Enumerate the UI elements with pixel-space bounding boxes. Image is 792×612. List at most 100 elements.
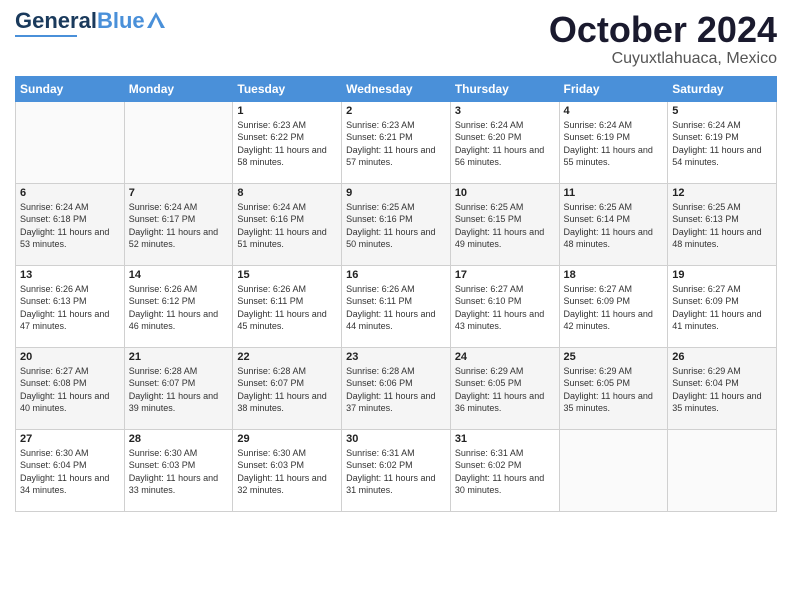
cell-info: Sunrise: 6:26 AMSunset: 6:13 PMDaylight:… xyxy=(20,284,109,332)
day-number: 19 xyxy=(672,269,772,281)
calendar-week-3: 13 Sunrise: 6:26 AMSunset: 6:13 PMDaylig… xyxy=(16,265,777,347)
day-number: 27 xyxy=(20,433,120,445)
calendar-cell: 7 Sunrise: 6:24 AMSunset: 6:17 PMDayligh… xyxy=(124,183,233,265)
day-number: 4 xyxy=(564,105,664,117)
location: Cuyuxtlahuaca, Mexico xyxy=(549,50,777,68)
calendar-cell: 22 Sunrise: 6:28 AMSunset: 6:07 PMDaylig… xyxy=(233,347,342,429)
day-number: 11 xyxy=(564,187,664,199)
calendar-cell: 13 Sunrise: 6:26 AMSunset: 6:13 PMDaylig… xyxy=(16,265,125,347)
calendar-cell: 31 Sunrise: 6:31 AMSunset: 6:02 PMDaylig… xyxy=(450,429,559,511)
cell-info: Sunrise: 6:31 AMSunset: 6:02 PMDaylight:… xyxy=(346,448,435,496)
cell-info: Sunrise: 6:25 AMSunset: 6:16 PMDaylight:… xyxy=(346,202,435,250)
day-number: 21 xyxy=(129,351,229,363)
day-number: 6 xyxy=(20,187,120,199)
calendar-cell: 12 Sunrise: 6:25 AMSunset: 6:13 PMDaylig… xyxy=(668,183,777,265)
col-monday: Monday xyxy=(124,76,233,101)
calendar-cell: 15 Sunrise: 6:26 AMSunset: 6:11 PMDaylig… xyxy=(233,265,342,347)
cell-info: Sunrise: 6:24 AMSunset: 6:19 PMDaylight:… xyxy=(672,120,761,168)
header: GeneralBlue October 2024 Cuyuxtlahuaca, … xyxy=(15,10,777,68)
calendar-cell: 20 Sunrise: 6:27 AMSunset: 6:08 PMDaylig… xyxy=(16,347,125,429)
day-number: 15 xyxy=(237,269,337,281)
day-number: 8 xyxy=(237,187,337,199)
calendar-cell: 19 Sunrise: 6:27 AMSunset: 6:09 PMDaylig… xyxy=(668,265,777,347)
day-number: 16 xyxy=(346,269,446,281)
cell-info: Sunrise: 6:28 AMSunset: 6:07 PMDaylight:… xyxy=(237,366,326,414)
day-number: 22 xyxy=(237,351,337,363)
calendar-cell xyxy=(559,429,668,511)
col-thursday: Thursday xyxy=(450,76,559,101)
day-number: 10 xyxy=(455,187,555,199)
calendar-week-2: 6 Sunrise: 6:24 AMSunset: 6:18 PMDayligh… xyxy=(16,183,777,265)
calendar-table: Sunday Monday Tuesday Wednesday Thursday… xyxy=(15,76,777,512)
calendar-cell: 29 Sunrise: 6:30 AMSunset: 6:03 PMDaylig… xyxy=(233,429,342,511)
calendar-week-5: 27 Sunrise: 6:30 AMSunset: 6:04 PMDaylig… xyxy=(16,429,777,511)
header-row: Sunday Monday Tuesday Wednesday Thursday… xyxy=(16,76,777,101)
calendar-cell: 16 Sunrise: 6:26 AMSunset: 6:11 PMDaylig… xyxy=(342,265,451,347)
day-number: 28 xyxy=(129,433,229,445)
title-block: October 2024 Cuyuxtlahuaca, Mexico xyxy=(549,10,777,68)
cell-info: Sunrise: 6:30 AMSunset: 6:03 PMDaylight:… xyxy=(129,448,218,496)
day-number: 26 xyxy=(672,351,772,363)
calendar-cell: 25 Sunrise: 6:29 AMSunset: 6:05 PMDaylig… xyxy=(559,347,668,429)
cell-info: Sunrise: 6:25 AMSunset: 6:14 PMDaylight:… xyxy=(564,202,653,250)
day-number: 23 xyxy=(346,351,446,363)
day-number: 14 xyxy=(129,269,229,281)
cell-info: Sunrise: 6:24 AMSunset: 6:19 PMDaylight:… xyxy=(564,120,653,168)
col-friday: Friday xyxy=(559,76,668,101)
cell-info: Sunrise: 6:28 AMSunset: 6:06 PMDaylight:… xyxy=(346,366,435,414)
calendar-cell: 1 Sunrise: 6:23 AMSunset: 6:22 PMDayligh… xyxy=(233,101,342,183)
cell-info: Sunrise: 6:23 AMSunset: 6:21 PMDaylight:… xyxy=(346,120,435,168)
cell-info: Sunrise: 6:27 AMSunset: 6:10 PMDaylight:… xyxy=(455,284,544,332)
cell-info: Sunrise: 6:25 AMSunset: 6:15 PMDaylight:… xyxy=(455,202,544,250)
cell-info: Sunrise: 6:29 AMSunset: 6:04 PMDaylight:… xyxy=(672,366,761,414)
day-number: 30 xyxy=(346,433,446,445)
calendar-cell xyxy=(124,101,233,183)
day-number: 3 xyxy=(455,105,555,117)
calendar-cell: 8 Sunrise: 6:24 AMSunset: 6:16 PMDayligh… xyxy=(233,183,342,265)
calendar-cell: 17 Sunrise: 6:27 AMSunset: 6:10 PMDaylig… xyxy=(450,265,559,347)
calendar-cell: 3 Sunrise: 6:24 AMSunset: 6:20 PMDayligh… xyxy=(450,101,559,183)
calendar-cell: 18 Sunrise: 6:27 AMSunset: 6:09 PMDaylig… xyxy=(559,265,668,347)
calendar-cell: 14 Sunrise: 6:26 AMSunset: 6:12 PMDaylig… xyxy=(124,265,233,347)
day-number: 13 xyxy=(20,269,120,281)
cell-info: Sunrise: 6:27 AMSunset: 6:09 PMDaylight:… xyxy=(672,284,761,332)
cell-info: Sunrise: 6:26 AMSunset: 6:11 PMDaylight:… xyxy=(346,284,435,332)
day-number: 2 xyxy=(346,105,446,117)
calendar-week-1: 1 Sunrise: 6:23 AMSunset: 6:22 PMDayligh… xyxy=(16,101,777,183)
calendar-cell: 11 Sunrise: 6:25 AMSunset: 6:14 PMDaylig… xyxy=(559,183,668,265)
cell-info: Sunrise: 6:24 AMSunset: 6:17 PMDaylight:… xyxy=(129,202,218,250)
day-number: 18 xyxy=(564,269,664,281)
day-number: 17 xyxy=(455,269,555,281)
day-number: 31 xyxy=(455,433,555,445)
cell-info: Sunrise: 6:24 AMSunset: 6:16 PMDaylight:… xyxy=(237,202,326,250)
day-number: 20 xyxy=(20,351,120,363)
calendar-cell: 30 Sunrise: 6:31 AMSunset: 6:02 PMDaylig… xyxy=(342,429,451,511)
cell-info: Sunrise: 6:24 AMSunset: 6:18 PMDaylight:… xyxy=(20,202,109,250)
day-number: 9 xyxy=(346,187,446,199)
cell-info: Sunrise: 6:29 AMSunset: 6:05 PMDaylight:… xyxy=(455,366,544,414)
calendar-cell xyxy=(668,429,777,511)
col-wednesday: Wednesday xyxy=(342,76,451,101)
day-number: 1 xyxy=(237,105,337,117)
calendar-cell: 28 Sunrise: 6:30 AMSunset: 6:03 PMDaylig… xyxy=(124,429,233,511)
calendar-cell: 4 Sunrise: 6:24 AMSunset: 6:19 PMDayligh… xyxy=(559,101,668,183)
cell-info: Sunrise: 6:29 AMSunset: 6:05 PMDaylight:… xyxy=(564,366,653,414)
logo-underline xyxy=(15,35,77,37)
cell-info: Sunrise: 6:30 AMSunset: 6:03 PMDaylight:… xyxy=(237,448,326,496)
calendar-cell: 24 Sunrise: 6:29 AMSunset: 6:05 PMDaylig… xyxy=(450,347,559,429)
day-number: 5 xyxy=(672,105,772,117)
cell-info: Sunrise: 6:23 AMSunset: 6:22 PMDaylight:… xyxy=(237,120,326,168)
calendar-week-4: 20 Sunrise: 6:27 AMSunset: 6:08 PMDaylig… xyxy=(16,347,777,429)
calendar-cell: 26 Sunrise: 6:29 AMSunset: 6:04 PMDaylig… xyxy=(668,347,777,429)
cell-info: Sunrise: 6:27 AMSunset: 6:08 PMDaylight:… xyxy=(20,366,109,414)
day-number: 12 xyxy=(672,187,772,199)
col-saturday: Saturday xyxy=(668,76,777,101)
logo: GeneralBlue xyxy=(15,10,165,37)
day-number: 29 xyxy=(237,433,337,445)
main-container: GeneralBlue October 2024 Cuyuxtlahuaca, … xyxy=(0,0,792,522)
cell-info: Sunrise: 6:26 AMSunset: 6:11 PMDaylight:… xyxy=(237,284,326,332)
cell-info: Sunrise: 6:31 AMSunset: 6:02 PMDaylight:… xyxy=(455,448,544,496)
day-number: 7 xyxy=(129,187,229,199)
calendar-cell: 27 Sunrise: 6:30 AMSunset: 6:04 PMDaylig… xyxy=(16,429,125,511)
cell-info: Sunrise: 6:25 AMSunset: 6:13 PMDaylight:… xyxy=(672,202,761,250)
